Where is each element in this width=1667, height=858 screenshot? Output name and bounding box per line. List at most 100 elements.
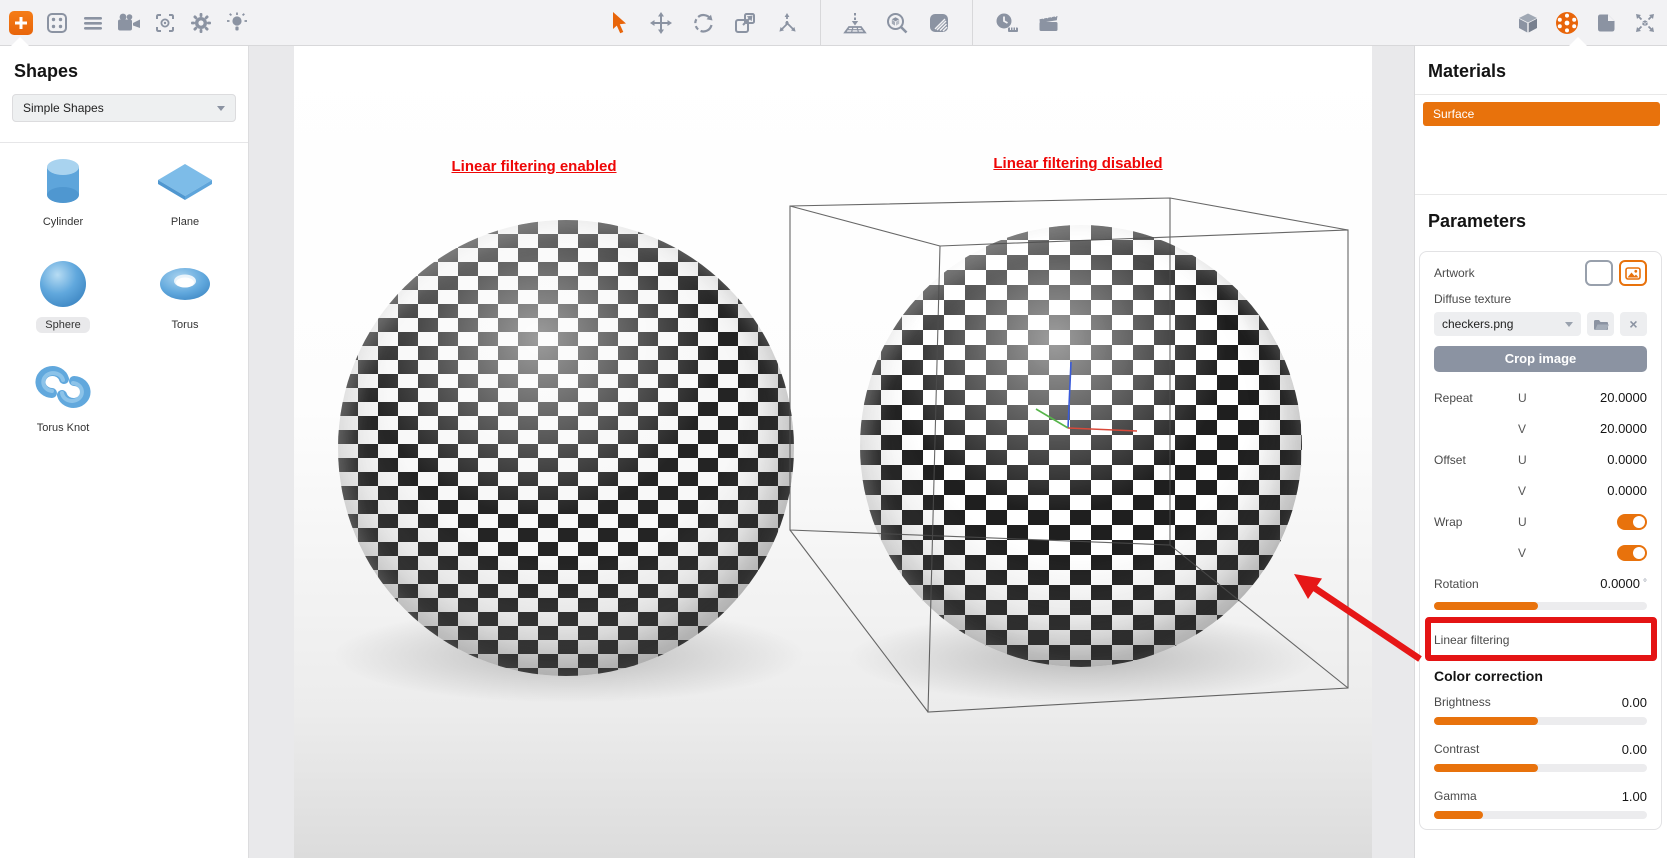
v-label: V (1518, 484, 1570, 498)
toolbar-left-group (8, 0, 249, 45)
crop-image-button[interactable]: Crop image (1434, 346, 1647, 372)
cylinder-icon (25, 153, 101, 209)
offset-label: Offset (1434, 453, 1518, 467)
rotation-slider-fill (1434, 602, 1538, 610)
shapes-grid-button[interactable] (44, 10, 69, 35)
diffuse-texture-label: Diffuse texture (1428, 286, 1653, 310)
plus-icon (9, 11, 33, 35)
toolbar-right-group (1515, 0, 1657, 45)
materials-tool-button[interactable] (926, 10, 951, 35)
list-icon (81, 11, 105, 35)
wrap-v-toggle[interactable] (1617, 545, 1647, 561)
lighting-button[interactable] (224, 10, 249, 35)
shape-item-torus[interactable]: Torus (124, 256, 246, 333)
snapshot-focus-button[interactable] (152, 10, 177, 35)
render-canvas[interactable]: Linear filtering enabled Linear filterin… (294, 45, 1372, 858)
cube-icon (1516, 11, 1540, 35)
settings-button[interactable] (188, 10, 213, 35)
artwork-mode-buttons (1585, 260, 1647, 286)
color-correction-title: Color correction (1428, 658, 1653, 686)
artwork-label: Artwork (1434, 266, 1518, 280)
artwork-none-button[interactable] (1585, 260, 1613, 286)
snapshot-time-button[interactable] (994, 10, 1019, 35)
scene-view-button[interactable] (1515, 10, 1540, 35)
checkered-sphere-filtered[interactable] (338, 220, 794, 676)
contrast-value[interactable]: 0.00 (1622, 742, 1647, 757)
offset-u-value[interactable]: 0.0000 (1570, 452, 1647, 467)
shape-label: Torus Knot (28, 420, 99, 436)
rotate-tool-button[interactable] (690, 10, 715, 35)
scene-tree-button[interactable] (80, 10, 105, 35)
toolbar (0, 0, 1667, 46)
brightness-slider[interactable] (1434, 717, 1647, 725)
render-animation-button[interactable] (1036, 10, 1061, 35)
shape-item-sphere[interactable]: Sphere (2, 256, 124, 333)
material-item-surface[interactable]: Surface (1423, 102, 1660, 126)
scatter-arrows-icon (775, 11, 799, 35)
shape-label: Torus (163, 317, 208, 333)
select-tool-button[interactable] (606, 10, 631, 35)
drop-to-floor-button[interactable] (842, 10, 867, 35)
shapes-panel-title: Shapes (0, 45, 248, 94)
shape-item-plane[interactable]: Plane (124, 153, 246, 230)
move-icon (649, 11, 673, 35)
contrast-slider-fill (1434, 764, 1538, 772)
scale-tool-button[interactable] (732, 10, 757, 35)
focus-brackets-icon (153, 11, 177, 35)
shape-item-torus-knot[interactable]: Torus Knot (2, 359, 124, 436)
shape-item-cylinder[interactable]: Cylinder (2, 153, 124, 230)
rotation-value[interactable]: 0.0000 (1600, 576, 1640, 591)
texture-dropdown[interactable]: checkers.png (1434, 312, 1581, 336)
u-label: U (1518, 515, 1570, 529)
brightness-slider-fill (1434, 717, 1538, 725)
annotation-right: Linear filtering disabled (993, 155, 1162, 172)
sphere-icon (25, 256, 101, 312)
offset-v-value[interactable]: 0.0000 (1570, 483, 1647, 498)
chevron-down-icon (1565, 322, 1573, 327)
artwork-row: Artwork (1428, 260, 1653, 286)
move-tool-button[interactable] (648, 10, 673, 35)
shape-label: Plane (162, 214, 208, 230)
image-output-button[interactable] (1593, 10, 1618, 35)
zoom-to-object-button[interactable] (884, 10, 909, 35)
scale-icon (733, 11, 757, 35)
u-label: U (1518, 453, 1570, 467)
wrap-u-toggle[interactable] (1617, 514, 1647, 530)
gamma-row: Gamma 1.00 (1428, 784, 1653, 808)
shape-label: Sphere (36, 317, 89, 333)
repeat-v-value[interactable]: 20.0000 (1570, 421, 1647, 436)
fit-view-button[interactable] (1632, 10, 1657, 35)
camera-button[interactable] (116, 10, 141, 35)
drop-to-floor-icon (842, 11, 867, 35)
rotation-slider[interactable] (1434, 602, 1647, 610)
shape-category-dropdown[interactable]: Simple Shapes (12, 94, 236, 122)
scatter-tool-button[interactable] (774, 10, 799, 35)
close-icon: × (1629, 316, 1637, 332)
u-label: U (1518, 391, 1570, 405)
gamma-slider-fill (1434, 811, 1483, 819)
repeat-u-value[interactable]: 20.0000 (1570, 390, 1647, 405)
linear-filtering-label: Linear filtering (1434, 633, 1509, 647)
offset-u-row: Offset U 0.0000 (1428, 444, 1653, 475)
gamma-slider[interactable] (1434, 811, 1647, 819)
materials-panel-button[interactable] (1554, 10, 1579, 35)
cursor-arrow-icon (607, 10, 631, 36)
browse-texture-button[interactable] (1587, 312, 1614, 336)
magnifier-cube-icon (885, 11, 909, 35)
brightness-value[interactable]: 0.00 (1622, 695, 1647, 710)
diffuse-texture-row: checkers.png × (1428, 310, 1653, 340)
contrast-slider[interactable] (1434, 764, 1647, 772)
materials-title: Materials (1415, 45, 1667, 94)
gamma-value[interactable]: 1.00 (1622, 789, 1647, 804)
artwork-image-button[interactable] (1619, 260, 1647, 286)
rotation-label: Rotation (1434, 577, 1518, 591)
add-shape-button[interactable] (8, 10, 33, 35)
toolbar-middle-group (606, 0, 1061, 45)
parameters-title: Parameters (1415, 195, 1667, 244)
shapes-grid-icon (45, 11, 69, 35)
light-bulb-icon (225, 11, 249, 35)
wrap-v-row: V (1428, 537, 1653, 568)
repeat-label: Repeat (1434, 391, 1518, 405)
clear-texture-button[interactable]: × (1620, 312, 1647, 336)
checkered-sphere-unfiltered[interactable] (860, 225, 1302, 667)
